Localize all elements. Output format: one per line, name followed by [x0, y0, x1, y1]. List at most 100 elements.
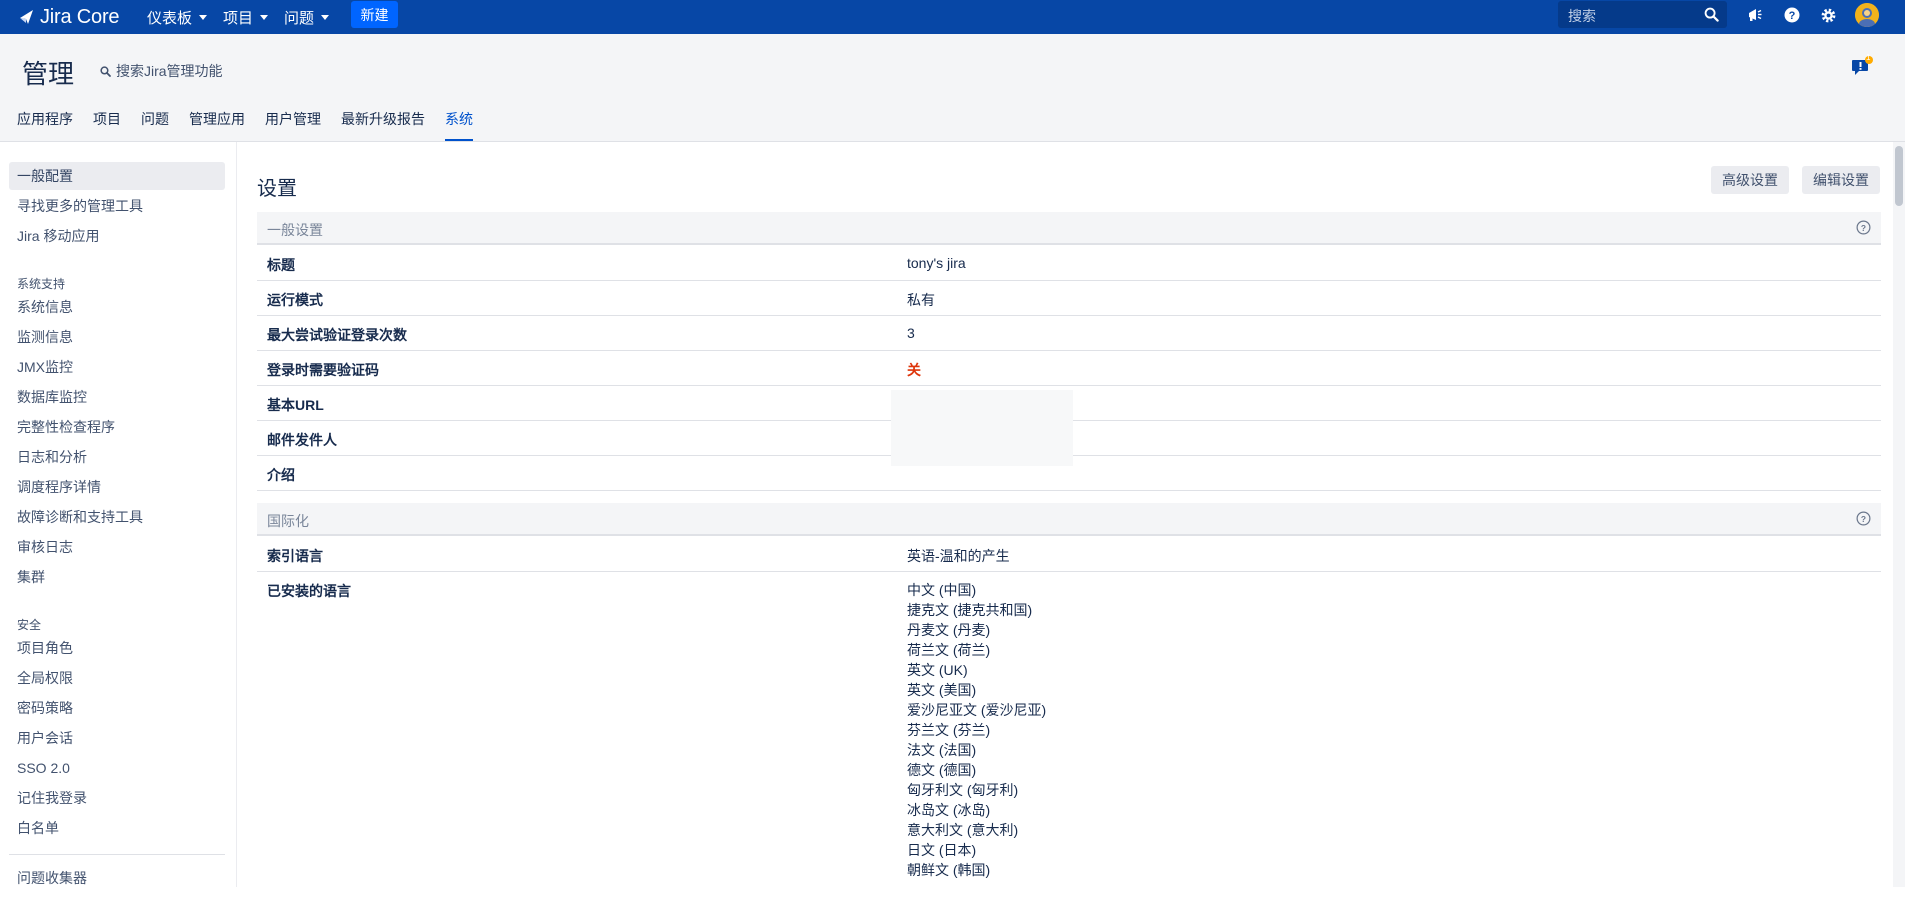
general-settings-heading: 一般设置: [267, 222, 323, 238]
main-content: 设置 高级设置 编辑设置 一般设置 ? 标题 tony's jira 运行模式 …: [237, 142, 1905, 887]
language-item: 意大利文 (意大利): [907, 822, 1019, 838]
admin-search-link[interactable]: 搜索Jira管理功能: [100, 61, 223, 81]
sidebar-item-general-configuration[interactable]: 一般配置: [9, 162, 225, 190]
tab-issues[interactable]: 问题: [141, 111, 169, 141]
settings-row-max-login-attempts: 最大尝试验证登录次数 3: [257, 316, 1881, 351]
search-icon[interactable]: [1704, 7, 1719, 22]
sidebar-item-audit-log[interactable]: 审核日志: [9, 533, 225, 561]
global-search[interactable]: [1558, 1, 1727, 30]
language-item: 爱沙尼亚文 (爱沙尼亚): [907, 702, 1047, 718]
language-item: 丹麦文 (丹麦): [907, 622, 991, 638]
sidebar-item-troubleshooting-tools[interactable]: 故障诊断和支持工具: [9, 503, 225, 531]
row-value: tony's jira: [907, 255, 966, 271]
language-item: 英文 (美国): [907, 682, 977, 698]
page-title: 设置: [257, 178, 297, 200]
language-item: 朝鲜文 (韩国): [907, 862, 991, 878]
row-key: 标题: [267, 257, 295, 273]
search-icon: [100, 65, 111, 77]
captcha-off-status: 关: [907, 362, 921, 378]
sidebar-item-clustering[interactable]: 集群: [9, 563, 225, 591]
help-icon[interactable]: ?: [1781, 4, 1803, 26]
sidebar-item-jira-mobile-app[interactable]: Jira 移动应用: [9, 222, 225, 250]
i18n-heading: 国际化: [267, 513, 309, 529]
row-key: 运行模式: [267, 292, 323, 308]
row-key: 登录时需要验证码: [267, 362, 379, 378]
settings-row-index-language: 索引语言 英语-温和的产生: [257, 537, 1881, 572]
general-settings-header: 一般设置 ?: [257, 212, 1881, 245]
row-value: 私有: [907, 292, 935, 308]
settings-row-mode: 运行模式 私有: [257, 281, 1881, 316]
nav-projects-menu[interactable]: 项目: [223, 0, 269, 34]
redacted-area: [891, 390, 1073, 466]
language-item: 英文 (UK): [907, 662, 968, 678]
svg-text:?: ?: [1789, 10, 1796, 22]
sidebar-item-project-roles[interactable]: 项目角色: [9, 634, 225, 662]
settings-gear-icon[interactable]: [1817, 4, 1839, 26]
sidebar-item-scheduler-details[interactable]: 调度程序详情: [9, 473, 225, 501]
feedback-badge: 1: [1866, 53, 1871, 62]
page-scrollbar[interactable]: [1893, 142, 1905, 887]
nav-projects-label: 项目: [223, 9, 254, 27]
sidebar-item-instrumentation[interactable]: 监测信息: [9, 323, 225, 351]
sidebar-item-user-sessions[interactable]: 用户会话: [9, 724, 225, 752]
row-key: 索引语言: [267, 548, 323, 564]
row-key: 邮件发件人: [267, 432, 337, 448]
language-item: 中文 (中国): [907, 582, 977, 598]
admin-title: 管理: [22, 59, 75, 89]
language-item: 捷克文 (捷克共和国): [907, 602, 1033, 618]
sidebar-item-database-monitoring[interactable]: 数据库监控: [9, 383, 225, 411]
sidebar-item-password-policy[interactable]: 密码策略: [9, 694, 225, 722]
feedback-button[interactable]: 1: [1852, 53, 1874, 79]
create-button[interactable]: 新建: [351, 1, 398, 28]
user-avatar[interactable]: [1855, 3, 1879, 27]
nav-dashboards-menu[interactable]: 仪表板: [147, 0, 208, 34]
sidebar-heading-system-support: 系统支持: [17, 277, 66, 291]
svg-text:?: ?: [1861, 223, 1866, 233]
admin-tabs: 应用程序 项目 问题 管理应用 用户管理 最新升级报告 系统: [17, 111, 473, 141]
help-circle-icon[interactable]: ?: [1856, 511, 1871, 526]
sidebar-item-integrity-checker[interactable]: 完整性检查程序: [9, 413, 225, 441]
search-input[interactable]: [1566, 1, 1700, 30]
tab-system[interactable]: 系统: [445, 111, 473, 141]
language-item: 荷兰文 (荷兰): [907, 642, 991, 658]
svg-text:?: ?: [1861, 514, 1866, 524]
sidebar-item-jmx-monitoring[interactable]: JMX监控: [9, 353, 225, 381]
sidebar-divider: [9, 854, 225, 855]
sidebar-item-find-more-admin-tools[interactable]: 寻找更多的管理工具: [9, 192, 225, 220]
row-key: 已安装的语言: [267, 583, 351, 599]
nav-issues-label: 问题: [284, 9, 315, 27]
sidebar-item-system-info[interactable]: 系统信息: [9, 293, 225, 321]
sidebar-item-global-permissions[interactable]: 全局权限: [9, 664, 225, 692]
chevron-down-icon: [260, 14, 269, 20]
admin-sidebar: 一般配置 寻找更多的管理工具 Jira 移动应用 系统支持 系统信息 监测信息 …: [0, 142, 237, 887]
help-circle-icon[interactable]: ?: [1856, 220, 1871, 235]
tab-manage-apps[interactable]: 管理应用: [189, 111, 245, 141]
i18n-header: 国际化 ?: [257, 503, 1881, 536]
row-value: 英语-温和的产生: [907, 548, 1010, 564]
tab-latest-upgrade-report[interactable]: 最新升级报告: [341, 111, 425, 141]
language-item: 芬兰文 (芬兰): [907, 722, 991, 738]
sidebar-item-allowlist[interactable]: 白名单: [9, 814, 225, 842]
chevron-down-icon: [199, 14, 208, 20]
tab-applications[interactable]: 应用程序: [17, 111, 73, 141]
sidebar-item-sso[interactable]: SSO 2.0: [9, 754, 225, 782]
language-item: 法文 (法国): [907, 742, 977, 758]
settings-row-installed-languages: 已安装的语言 中文 (中国) 捷克文 (捷克共和国) 丹麦文 (丹麦) 荷兰文 …: [257, 572, 1881, 902]
settings-row-captcha: 登录时需要验证码 关: [257, 351, 1881, 386]
sidebar-heading-security: 安全: [17, 618, 42, 632]
sidebar-item-remember-me[interactable]: 记住我登录: [9, 784, 225, 812]
scrollbar-thumb[interactable]: [1895, 146, 1903, 206]
sidebar-item-logging-profiling[interactable]: 日志和分析: [9, 443, 225, 471]
nav-issues-menu[interactable]: 问题: [284, 0, 330, 34]
sidebar-item-issue-collectors[interactable]: 问题收集器: [9, 864, 225, 892]
jira-core-logo[interactable]: Jira Core: [18, 0, 120, 34]
tab-user-management[interactable]: 用户管理: [265, 111, 321, 141]
tab-projects[interactable]: 项目: [93, 111, 121, 141]
megaphone-icon[interactable]: [1744, 4, 1766, 26]
avatar-icon: [1855, 3, 1879, 27]
edit-settings-button[interactable]: 编辑设置: [1802, 166, 1880, 194]
language-item: 德文 (德国): [907, 762, 977, 778]
language-item: 匈牙利文 (匈牙利): [907, 782, 1019, 798]
row-key: 基本URL: [267, 397, 324, 413]
advanced-settings-button[interactable]: 高级设置: [1711, 166, 1789, 194]
